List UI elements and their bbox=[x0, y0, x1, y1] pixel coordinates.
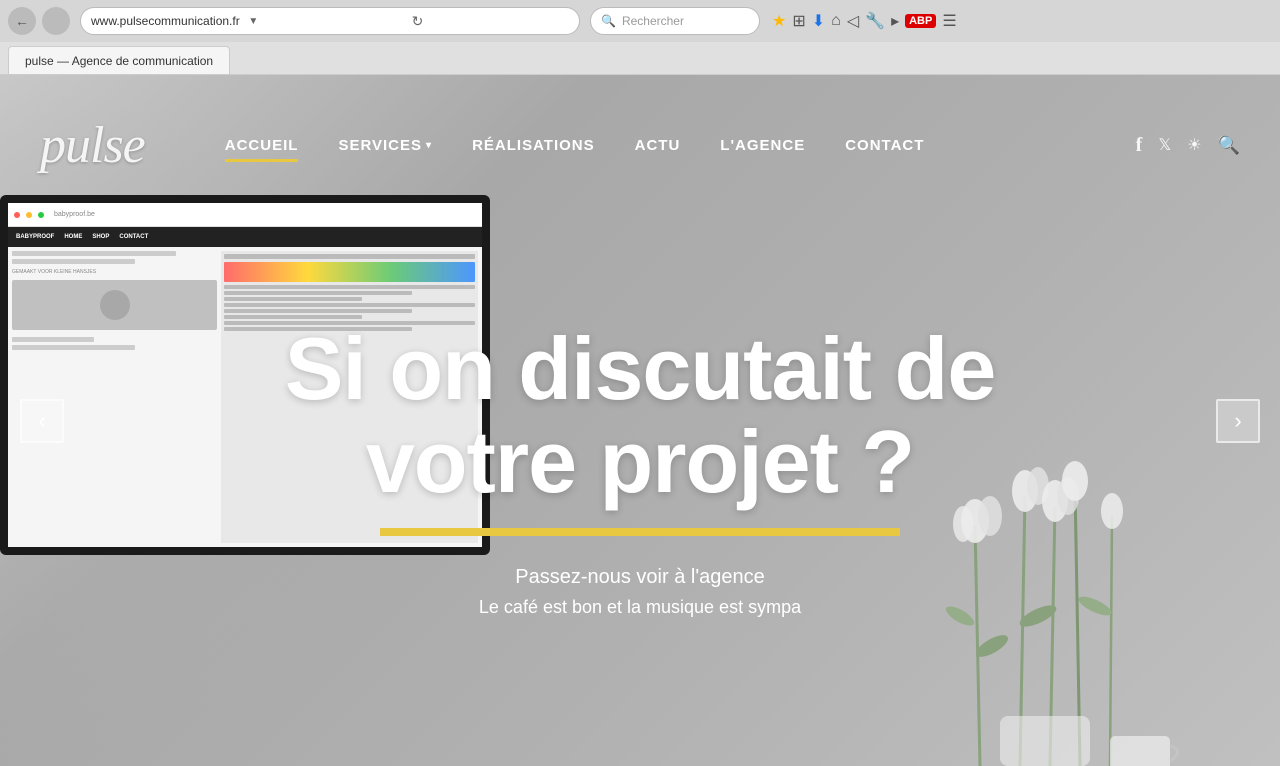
search-bar[interactable]: 🔍 Rechercher bbox=[590, 7, 760, 35]
hero-subtitle1: Passez-nous voir à l'agence bbox=[515, 566, 765, 589]
nav-realisations[interactable]: RÉALISATIONS bbox=[472, 137, 595, 154]
bookmark-star-icon[interactable]: ★ bbox=[772, 11, 786, 31]
nav-lagence[interactable]: L'AGENCE bbox=[720, 137, 805, 154]
hero-subtitle2: Le café est bon et la musique est sympa bbox=[479, 597, 801, 618]
navigation-icon[interactable]: ◁ bbox=[847, 11, 859, 31]
site-header: pulse ACCUEIL SERVICES ▾ RÉALISATIONS AC… bbox=[0, 75, 1280, 215]
tab-label: pulse — Agence de communication bbox=[25, 54, 213, 68]
facebook-icon[interactable]: f bbox=[1136, 134, 1143, 157]
hero-title-line2: votre projet ? bbox=[285, 416, 996, 508]
plugin-icon[interactable]: ▸ bbox=[891, 11, 899, 31]
nav-social: f 𝕏 ☀ 🔍 bbox=[1136, 134, 1240, 157]
twitter-icon[interactable]: 𝕏 bbox=[1158, 135, 1171, 155]
nav-actu[interactable]: ACTU bbox=[635, 137, 681, 154]
hero-divider bbox=[380, 528, 900, 536]
bookmarks-icon[interactable]: ⊞ bbox=[792, 11, 805, 31]
active-tab[interactable]: pulse — Agence de communication bbox=[8, 46, 230, 74]
address-text: www.pulsecommunication.fr bbox=[91, 14, 248, 28]
extension-icon[interactable]: 🔧 bbox=[865, 11, 885, 31]
carousel-prev-icon: ‹ bbox=[38, 408, 45, 434]
reload-icon[interactable]: ↻ bbox=[412, 13, 569, 30]
adblock-icon[interactable]: ABP bbox=[905, 14, 936, 28]
search-icon[interactable]: 🔍 bbox=[1218, 135, 1240, 156]
search-placeholder: Rechercher bbox=[622, 14, 684, 28]
browser-topbar: ← → www.pulsecommunication.fr ▼ ↻ 🔍 Rech… bbox=[0, 0, 1280, 42]
browser-toolbar: ★ ⊞ ⬇ ⌂ ◁ 🔧 ▸ ABP ☰ bbox=[772, 11, 957, 31]
instagram-icon[interactable]: ☀ bbox=[1187, 135, 1201, 155]
carousel-next-icon: › bbox=[1234, 408, 1241, 434]
nav-contact[interactable]: CONTACT bbox=[845, 137, 924, 154]
menu-icon[interactable]: ☰ bbox=[942, 11, 956, 31]
forward-button[interactable]: → bbox=[42, 7, 70, 35]
site-logo[interactable]: pulse bbox=[40, 116, 145, 175]
download-icon[interactable]: ⬇ bbox=[812, 11, 825, 31]
search-icon: 🔍 bbox=[601, 14, 616, 28]
carousel-prev-button[interactable]: ‹ bbox=[20, 399, 64, 443]
nav-services[interactable]: SERVICES ▾ bbox=[338, 137, 432, 154]
hero-title: Si on discutait de votre projet ? bbox=[285, 323, 996, 508]
browser-tabs: pulse — Agence de communication bbox=[0, 42, 1280, 74]
address-dropdown-icon: ▼ bbox=[248, 16, 405, 27]
carousel-next-button[interactable]: › bbox=[1216, 399, 1260, 443]
nav-accueil[interactable]: ACCUEIL bbox=[225, 137, 299, 154]
hero-section: Si on discutait de votre projet ? Passez… bbox=[0, 215, 1280, 766]
address-bar[interactable]: www.pulsecommunication.fr ▼ ↻ bbox=[80, 7, 580, 35]
browser-chrome: ← → www.pulsecommunication.fr ▼ ↻ 🔍 Rech… bbox=[0, 0, 1280, 75]
services-dropdown-icon: ▾ bbox=[426, 140, 432, 151]
main-nav: ACCUEIL SERVICES ▾ RÉALISATIONS ACTU L'A… bbox=[225, 137, 925, 154]
hero-title-line1: Si on discutait de bbox=[285, 323, 996, 415]
back-button[interactable]: ← bbox=[8, 7, 36, 35]
home-icon[interactable]: ⌂ bbox=[831, 12, 841, 30]
website-content: babyproof.be BABYPROOF HOME SHOP CONTACT… bbox=[0, 75, 1280, 766]
